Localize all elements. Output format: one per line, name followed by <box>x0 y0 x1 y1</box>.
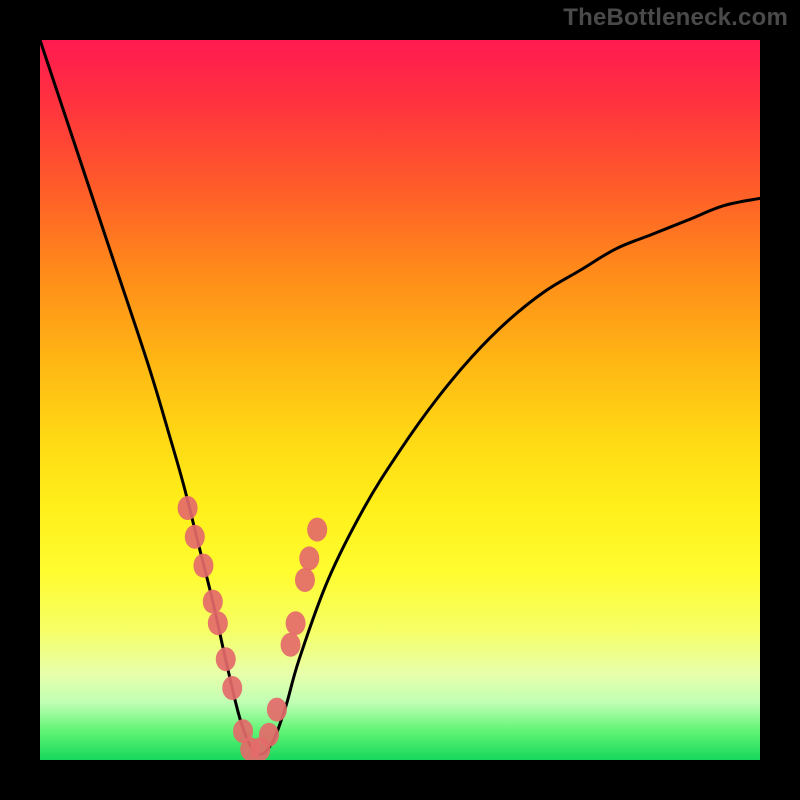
marker-point <box>185 525 205 549</box>
marker-point <box>203 590 223 614</box>
chart-frame: TheBottleneck.com <box>0 0 800 800</box>
marker-point <box>299 546 319 570</box>
highlight-markers <box>178 496 328 760</box>
marker-point <box>216 647 236 671</box>
marker-point <box>295 568 315 592</box>
marker-point <box>208 611 228 635</box>
marker-point <box>286 611 306 635</box>
marker-point <box>178 496 198 520</box>
bottleneck-curve <box>40 40 760 754</box>
marker-point <box>267 698 287 722</box>
marker-point <box>259 723 279 747</box>
marker-point <box>307 518 327 542</box>
chart-svg <box>40 40 760 760</box>
marker-point <box>193 554 213 578</box>
watermark-label: TheBottleneck.com <box>563 4 788 32</box>
marker-point <box>281 633 301 657</box>
plot-area <box>40 40 760 760</box>
marker-point <box>222 676 242 700</box>
